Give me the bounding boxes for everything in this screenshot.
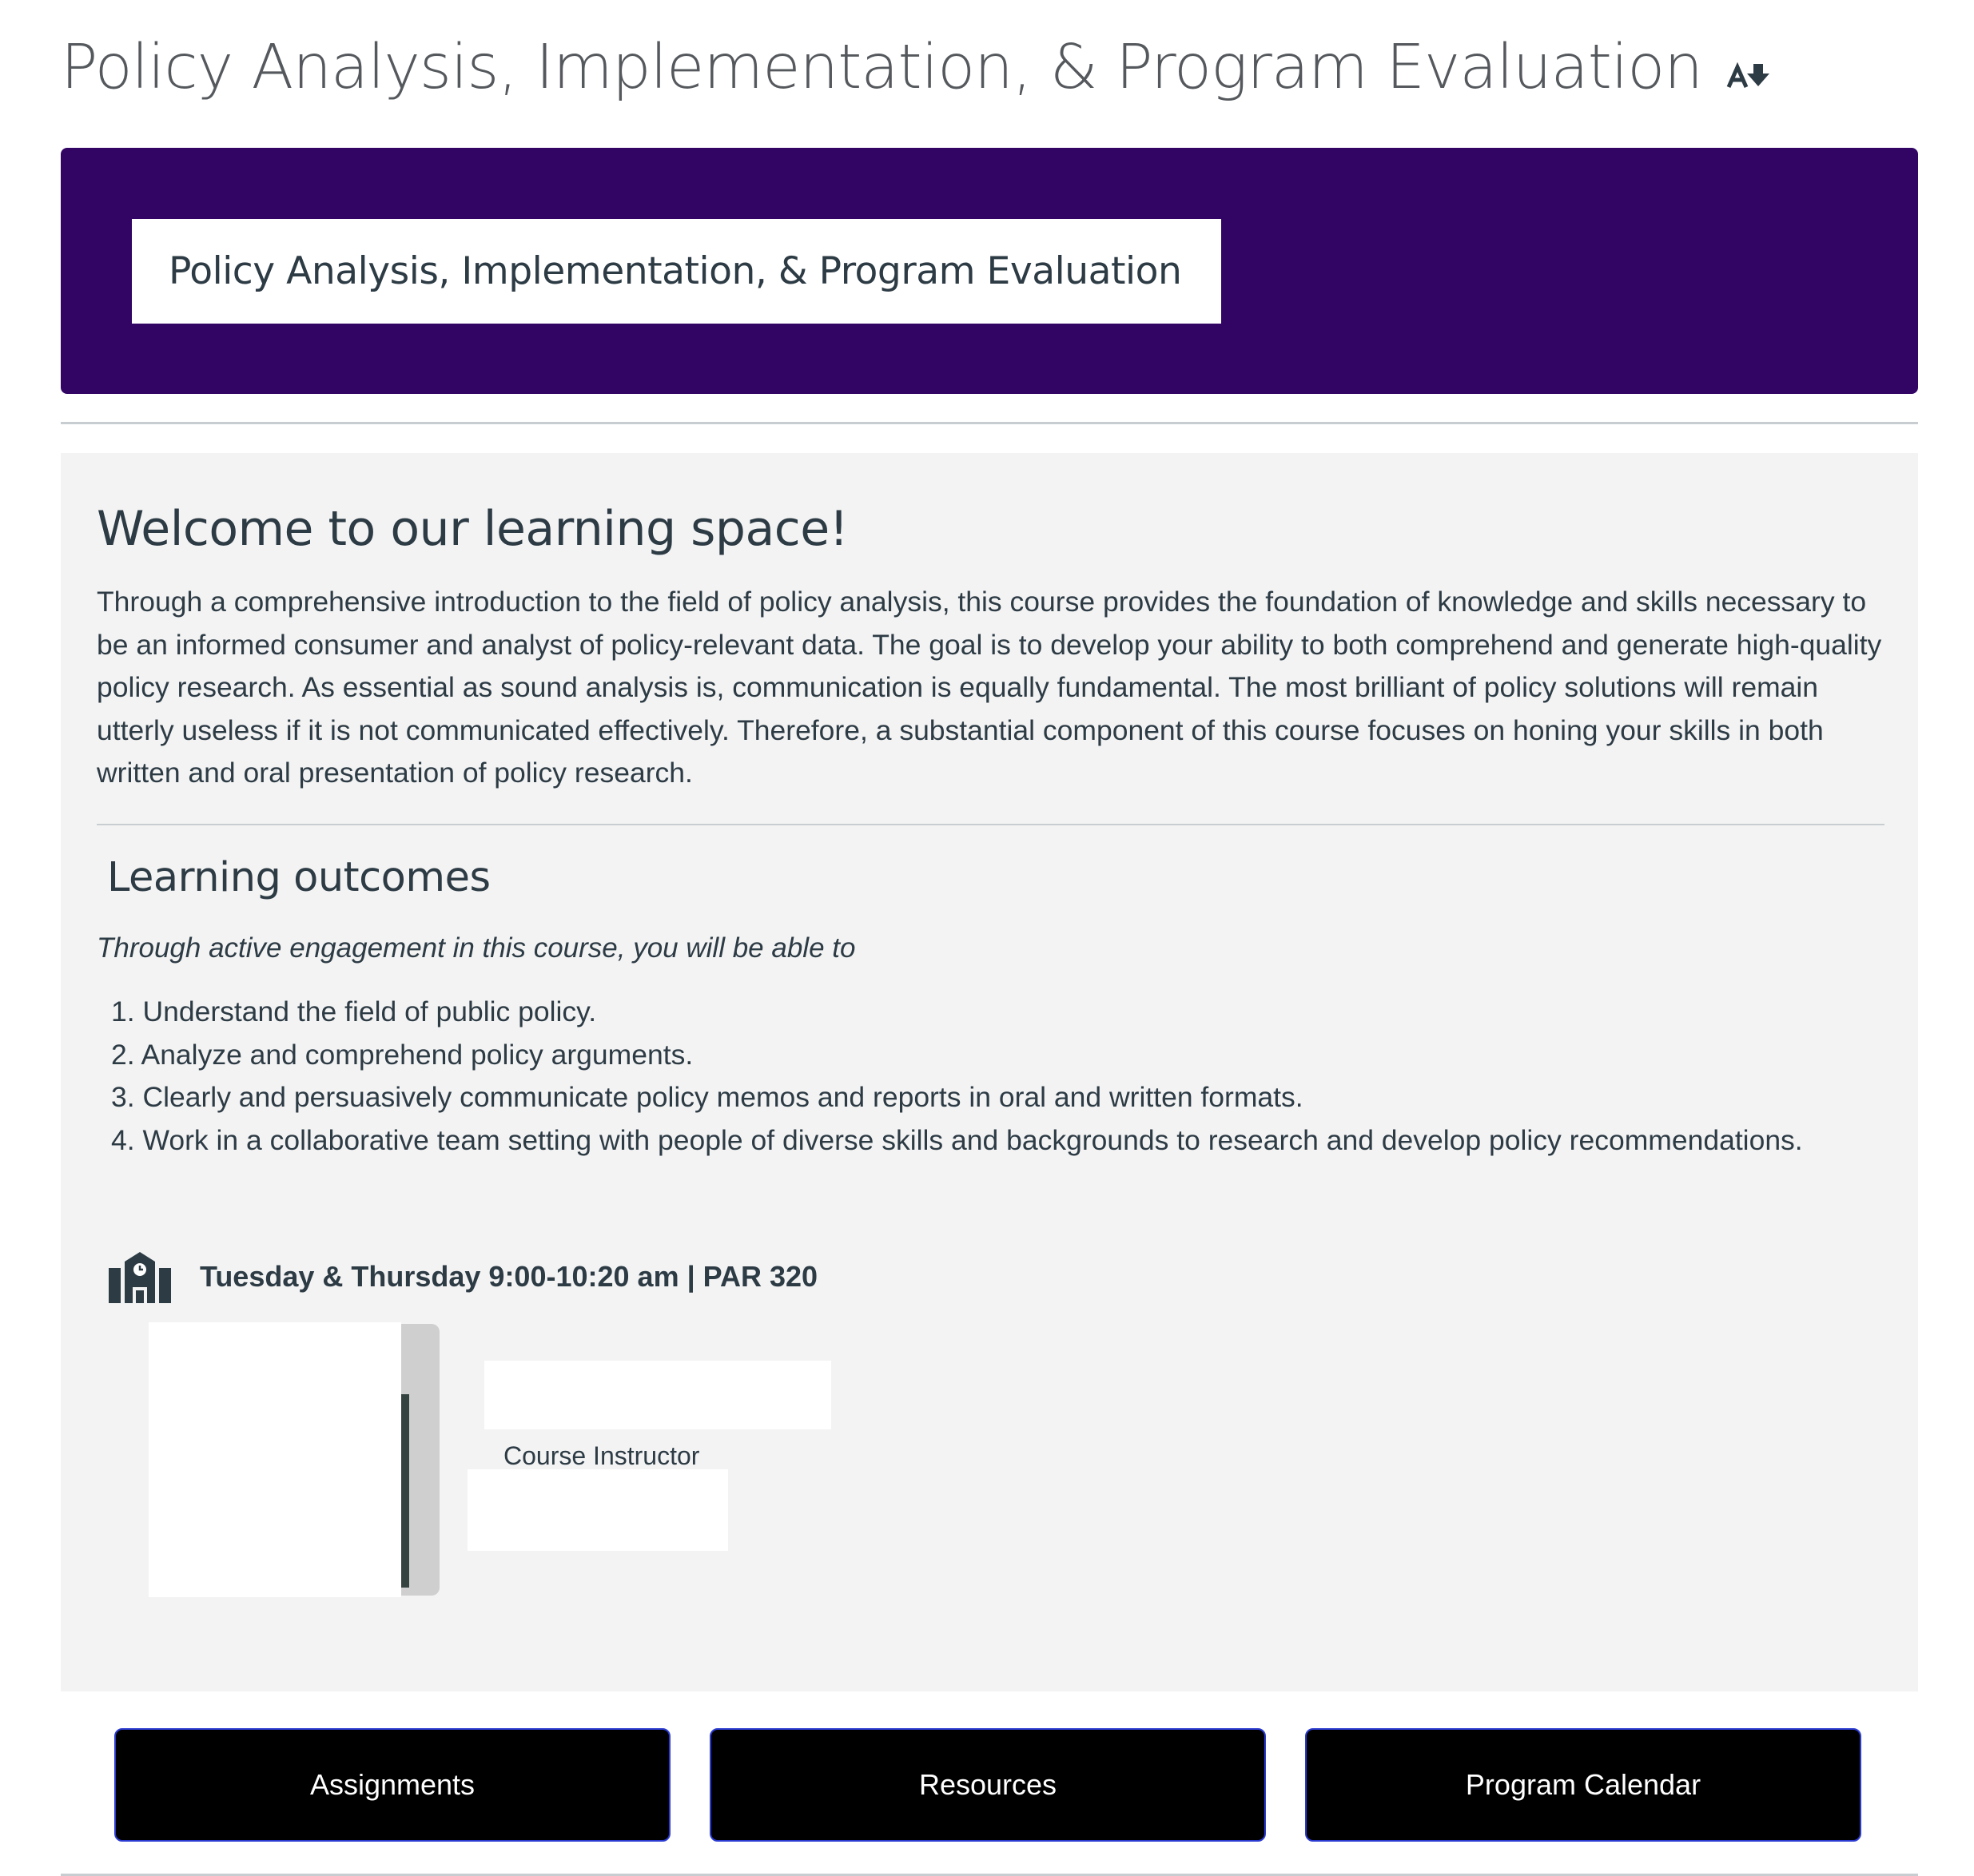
class-schedule: Tuesday & Thursday 9:00-10:20 am | PAR 3… [107, 1250, 818, 1303]
text-size-down-icon[interactable] [1726, 61, 1771, 89]
divider [97, 824, 1884, 825]
learning-outcomes-list: 1. Understand the field of public policy… [111, 991, 1803, 1162]
assignments-button[interactable]: Assignments [114, 1728, 671, 1842]
program-calendar-button[interactable]: Program Calendar [1305, 1728, 1861, 1842]
instructor-role: Course Instructor [503, 1441, 700, 1470]
course-banner: Policy Analysis, Implementation, & Progr… [61, 148, 1918, 394]
banner-title-box: Policy Analysis, Implementation, & Progr… [132, 219, 1221, 324]
learning-outcomes-heading: Learning outcomes [107, 854, 491, 901]
learning-outcomes-intro: Through active engagement in this course… [97, 932, 856, 964]
welcome-heading: Welcome to our learning space! [97, 501, 849, 557]
list-item: 1. Understand the field of public policy… [111, 996, 597, 1027]
banner-title: Policy Analysis, Implementation, & Progr… [169, 249, 1182, 293]
list-item: 4. Work in a collaborative team setting … [111, 1123, 1803, 1156]
welcome-panel: Welcome to our learning space! Through a… [61, 453, 1918, 1691]
resources-button[interactable]: Resources [710, 1728, 1266, 1842]
course-description: Through a comprehensive introduction to … [97, 586, 1882, 789]
redacted-instructor-name [484, 1361, 831, 1429]
divider [61, 422, 1918, 424]
redacted-instructor-contact [468, 1469, 728, 1551]
page-title-text: Policy Analysis, Implementation, & Progr… [61, 32, 1703, 103]
list-item: 3. Clearly and persuasively communicate … [111, 1081, 1303, 1113]
page-title: Policy Analysis, Implementation, & Progr… [61, 24, 1703, 106]
list-item: 2. Analyze and comprehend policy argumen… [111, 1038, 694, 1071]
school-building-icon [109, 1252, 171, 1303]
redacted-photo-area [149, 1322, 401, 1597]
schedule-text: Tuesday & Thursday 9:00-10:20 am | PAR 3… [200, 1260, 818, 1293]
